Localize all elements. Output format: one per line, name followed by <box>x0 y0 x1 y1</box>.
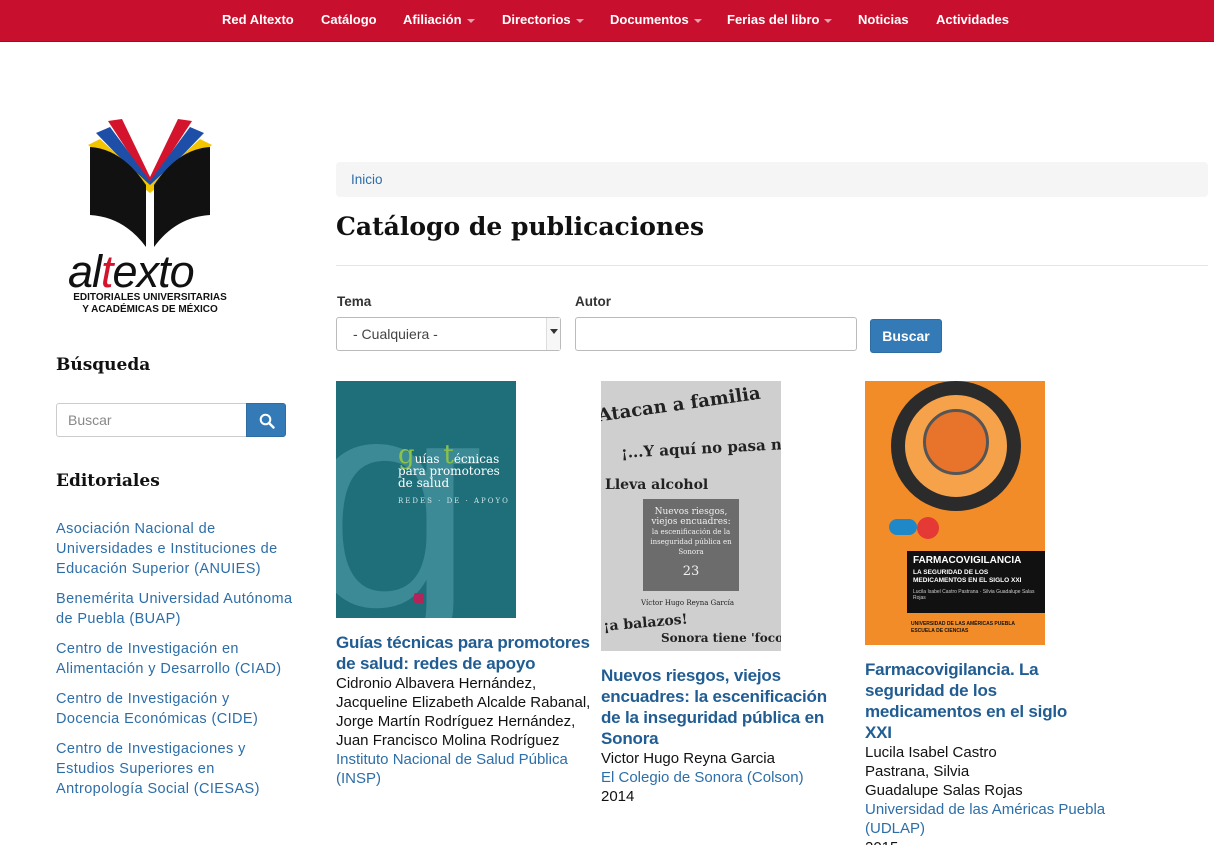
nav-label: Catálogo <box>321 12 377 27</box>
book-card: Atacan a familia ¡...Y aquí no pasa nada… <box>601 381 831 806</box>
cover-author: Víctor Hugo Reyna García <box>641 599 735 607</box>
book-authors: Lucila Isabel Castro Pastrana, Silvia Gu… <box>865 744 1023 799</box>
book-year: 2014 <box>601 788 635 805</box>
nav-directorios[interactable]: Directorios <box>502 0 584 42</box>
cover-headline: Atacan a familia <box>601 382 762 427</box>
book-publisher-link[interactable]: Universidad de las Américas Puebla (UDLA… <box>865 800 1135 838</box>
pill-icon <box>889 519 917 535</box>
book-title-link[interactable]: Nuevos riesgos, viejos encuadres: la esc… <box>601 665 831 749</box>
cover-title-band: FARMACOVIGILANCIA LA SEGURIDAD DE LOS ME… <box>907 551 1045 613</box>
cover-headline: Lleva alcohol <box>605 477 709 493</box>
nav-label: Afiliación <box>403 12 462 27</box>
sidebar-search <box>56 403 286 437</box>
cover-headline: Sonora tiene 'foco <box>661 631 781 645</box>
book-publisher-link[interactable]: El Colegio de Sonora (Colson) <box>601 768 831 787</box>
nav-actividades[interactable]: Actividades <box>936 0 1009 42</box>
nav-label: Ferias del libro <box>727 12 820 27</box>
nav-label: Directorios <box>502 12 571 27</box>
book-publisher-link[interactable]: Instituto Nacional de Salud Pública (INS… <box>336 750 596 788</box>
nav-ferias-del-libro[interactable]: Ferias del libro <box>727 0 833 42</box>
nav-label: Noticias <box>858 12 909 27</box>
logo-tagline: EDITORIALES UNIVERSITARIAS Y ACADÉMICAS D… <box>73 292 227 315</box>
book-authors: Cidronio Albavera Hernández, Jacqueline … <box>336 675 591 749</box>
chevron-down-icon <box>693 18 702 23</box>
open-book-logo-icon <box>88 119 212 247</box>
editorial-link-cide[interactable]: Centro de Investigación y Docencia Econó… <box>56 689 296 729</box>
book-card: FARMACOVIGILANCIA LA SEGURIDAD DE LOS ME… <box>865 381 1135 845</box>
editorial-link-ciesas[interactable]: Centro de Investigaciones y Estudios Sup… <box>56 739 296 799</box>
autor-input[interactable] <box>575 317 857 351</box>
chevron-down-icon <box>575 18 584 23</box>
lens-icon <box>923 409 989 475</box>
editorial-link-ciad[interactable]: Centro de Investigación en Alimentación … <box>56 639 296 679</box>
chevron-down-icon <box>824 18 833 23</box>
nav-red-altexto[interactable]: Red Altexto <box>222 0 294 42</box>
logo-wordmark: altexto <box>68 246 195 297</box>
tema-selected-value: - Cualquiera - <box>353 326 438 342</box>
nav-noticias[interactable]: Noticias <box>858 0 909 42</box>
cover-title: guías técnicas para promotores de salud … <box>398 440 510 505</box>
editorial-link-anuies[interactable]: Asociación Nacional de Universidades e I… <box>56 519 296 579</box>
nav-documentos[interactable]: Documentos <box>610 0 702 42</box>
editoriales-section-title: Editoriales <box>56 471 160 491</box>
title-divider <box>336 265 1208 266</box>
book-year: 2015 <box>865 838 1135 845</box>
altexto-logo[interactable]: altexto EDITORIALES UNIVERSITARIAS Y ACAD… <box>60 115 240 320</box>
top-navigation: Red Altexto Catálogo Afiliación Director… <box>0 0 1214 42</box>
book-cover[interactable]: FARMACOVIGILANCIA LA SEGURIDAD DE LOS ME… <box>865 381 1045 645</box>
search-section-title: Búsqueda <box>56 355 151 375</box>
filter-submit-button[interactable]: Buscar <box>870 319 942 353</box>
book-authors: Victor Hugo Reyna Garcia <box>601 750 775 767</box>
book-cover[interactable]: g guías técnicas para promotores de salu… <box>336 381 516 618</box>
search-input[interactable] <box>56 403 247 437</box>
breadcrumb: Inicio <box>336 162 1208 197</box>
nav-label: Actividades <box>936 12 1009 27</box>
cover-footer: UNIVERSIDAD DE LAS AMÉRICAS PUEBLA ESCUE… <box>911 621 1015 634</box>
publisher-seal-icon <box>414 593 424 603</box>
autor-label: Autor <box>575 294 611 309</box>
nav-label: Documentos <box>610 12 689 27</box>
chevron-down-icon <box>466 18 475 23</box>
chevron-down-icon <box>546 318 560 350</box>
book-card: g guías técnicas para promotores de salu… <box>336 381 596 788</box>
nav-label: Red Altexto <box>222 12 294 27</box>
cover-title-panel: Nuevos riesgos, viejos encuadres: la esc… <box>643 499 739 591</box>
book-title-link[interactable]: Guías técnicas para promotores de salud:… <box>336 632 596 674</box>
pill-icon <box>917 517 939 539</box>
tema-label: Tema <box>337 294 372 309</box>
book-cover[interactable]: Atacan a familia ¡...Y aquí no pasa nada… <box>601 381 781 651</box>
search-button[interactable] <box>246 403 286 437</box>
editorial-link-buap[interactable]: Benemérita Universidad Autónoma de Puebl… <box>56 589 296 629</box>
search-icon <box>259 413 275 429</box>
breadcrumb-home-link[interactable]: Inicio <box>351 172 383 187</box>
tema-select[interactable]: - Cualquiera - <box>336 317 561 351</box>
nav-catalogo[interactable]: Catálogo <box>321 0 377 42</box>
cover-headline: ¡...Y aquí no pasa nada <box>620 433 781 462</box>
book-title-link[interactable]: Farmacovigilancia. La seguridad de los m… <box>865 659 1085 743</box>
editoriales-list: Asociación Nacional de Universidades e I… <box>56 519 296 809</box>
page-title: Catálogo de publicaciones <box>336 212 705 241</box>
nav-afiliacion[interactable]: Afiliación <box>403 0 475 42</box>
